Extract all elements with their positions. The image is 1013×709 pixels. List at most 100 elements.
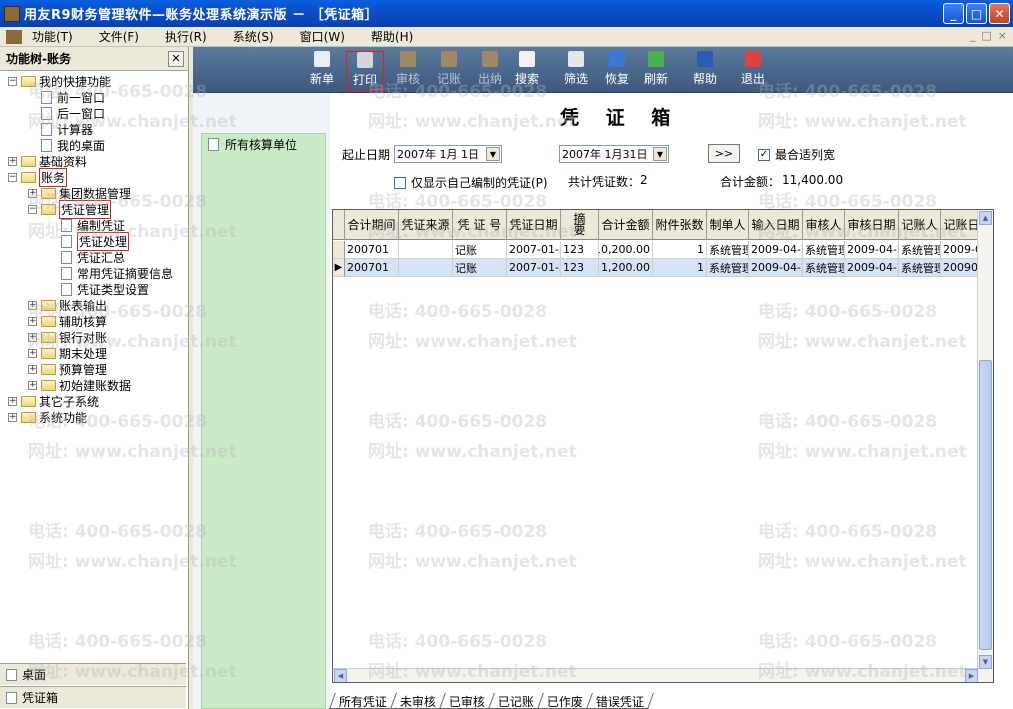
status-tab[interactable]: 已作废 <box>537 693 593 709</box>
toolbar-button[interactable]: 搜索 <box>508 51 546 91</box>
chevron-down-icon[interactable]: ▼ <box>653 147 667 161</box>
row-selector[interactable]: ▶ <box>333 259 345 277</box>
column-header[interactable]: 凭证来源 <box>399 210 453 240</box>
tree-node[interactable]: + 期末处理 <box>28 345 107 361</box>
scroll-down-arrow-icon[interactable]: ▼ <box>979 655 992 669</box>
expand-icon[interactable]: + <box>28 300 37 310</box>
own-only-checkbox[interactable]: 仅显示自己编制的凭证(P) <box>394 174 548 191</box>
expand-icon[interactable]: + <box>28 348 37 358</box>
expand-icon[interactable]: + <box>8 156 17 166</box>
column-header[interactable]: 凭证日期 <box>507 210 561 240</box>
tree-node[interactable]: 前一窗口 <box>28 89 105 105</box>
column-header[interactable]: 凭 证 号 <box>453 210 507 240</box>
toolbar-button[interactable]: 刷新 <box>637 51 675 91</box>
voucher-box-tab[interactable]: 凭证箱 <box>0 686 186 708</box>
column-header[interactable]: 输入日期 <box>749 210 803 240</box>
toolbar-button[interactable]: 恢复 <box>598 51 636 91</box>
toolbar-button[interactable]: 退出 <box>734 51 772 91</box>
checkbox-checked-icon[interactable]: ✓ <box>758 148 770 161</box>
expand-icon[interactable]: + <box>28 316 37 326</box>
column-header[interactable]: 摘 要 <box>561 210 599 240</box>
end-date-select[interactable]: 2007年 1月31日 ▼ <box>559 145 669 163</box>
toolbar-button[interactable]: 打印 <box>346 51 384 91</box>
status-tab[interactable]: 已记账 <box>488 693 544 709</box>
status-tab[interactable]: 已审核 <box>439 693 495 709</box>
close-button[interactable]: ✕ <box>989 3 1010 24</box>
tree-node[interactable]: + 其它子系统 <box>8 393 99 409</box>
query-button[interactable]: >> <box>708 144 740 163</box>
table-row[interactable]: 200701记账2007-01-3112310,200.001系统管理员2009… <box>333 241 993 259</box>
table-row[interactable]: ▶200701记账2007-01-311231,200.001系统管理员2009… <box>333 259 993 277</box>
chevron-down-icon[interactable]: ▼ <box>486 147 500 161</box>
scroll-thumb[interactable] <box>979 360 992 650</box>
collapse-icon[interactable]: − <box>8 76 17 86</box>
column-header[interactable]: 合计期间 <box>345 210 399 240</box>
tree-node[interactable]: + 账表输出 <box>28 297 107 313</box>
expand-icon[interactable]: + <box>8 412 17 422</box>
toolbar-button[interactable]: 筛选 <box>557 51 595 91</box>
menu-file[interactable]: 文件(F) <box>99 28 139 45</box>
minimize-button[interactable]: _ <box>943 3 964 24</box>
tree-node[interactable]: − 我的快捷功能 <box>8 73 111 89</box>
expand-icon[interactable]: + <box>28 380 37 390</box>
menu-system[interactable]: 系统(S) <box>233 28 274 45</box>
column-header[interactable]: 合计金额 <box>599 210 653 240</box>
voucher-grid[interactable]: 合计期间 凭证来源凭 证 号凭证日期摘 要合计金额 附件张数 制单人 输入日期 审核人 审核… <box>332 209 994 683</box>
window-title-bar[interactable]: 用友R9财务管理软件—账务处理系统演示版 － ［凭证箱］ _ □ ✕ <box>0 0 1013 27</box>
menu-help[interactable]: 帮助(H) <box>371 28 413 45</box>
toolbar-button[interactable]: 帮助 <box>686 51 724 91</box>
column-header[interactable]: 审核人 <box>803 210 845 240</box>
menu-window[interactable]: 窗口(W) <box>300 28 345 45</box>
mdi-close-button[interactable]: × <box>998 29 1007 42</box>
collapse-icon[interactable]: − <box>8 172 17 182</box>
expand-icon[interactable]: + <box>8 396 17 406</box>
toolbar-button[interactable]: 新单 <box>303 51 341 91</box>
status-tab[interactable]: 未审核 <box>390 693 446 709</box>
tree-node[interactable]: + 初始建账数据 <box>28 377 131 393</box>
tree-node[interactable]: 凭证类型设置 <box>48 281 149 297</box>
collapse-icon[interactable]: − <box>28 204 37 214</box>
column-header[interactable]: 审核日期 <box>845 210 899 240</box>
tree-node[interactable]: − 账务 <box>8 167 68 187</box>
mdi-restore-button[interactable]: □ <box>981 29 991 42</box>
start-date-select[interactable]: 2007年 1月 1日 ▼ <box>394 145 502 163</box>
tree-node[interactable]: 后一窗口 <box>28 105 105 121</box>
column-header[interactable]: 制单人 <box>707 210 749 240</box>
status-tab[interactable]: 所有凭证 <box>329 693 397 709</box>
system-menu-icon[interactable] <box>6 29 22 44</box>
tree-node[interactable]: + 系统功能 <box>8 409 87 425</box>
scroll-right-arrow-icon[interactable]: ▶ <box>965 669 978 682</box>
horizontal-scrollbar[interactable]: ◀ ▶ <box>333 668 979 682</box>
mdi-minimize-button[interactable]: _ <box>970 29 976 42</box>
toolbar-button[interactable]: 审核 <box>389 51 427 91</box>
tree-node[interactable]: 常用凭证摘要信息 <box>48 265 173 281</box>
row-selector[interactable] <box>333 241 345 259</box>
panel-close-button[interactable]: ✕ <box>168 50 184 67</box>
tree-node[interactable]: + 辅助核算 <box>28 313 107 329</box>
toolbar-button[interactable]: 记账 <box>430 51 468 91</box>
maximize-button[interactable]: □ <box>966 3 987 24</box>
menu-execute[interactable]: 执行(R) <box>165 28 207 45</box>
expand-icon[interactable]: + <box>28 188 37 198</box>
tree-node[interactable]: + 预算管理 <box>28 361 107 377</box>
expand-icon[interactable]: + <box>28 364 37 374</box>
tree-node[interactable]: 凭证处理 <box>48 231 130 251</box>
tree-node[interactable]: − 凭证管理 <box>28 199 112 219</box>
scroll-up-arrow-icon[interactable]: ▲ <box>979 211 992 225</box>
tree-node[interactable]: 我的桌面 <box>28 137 105 153</box>
status-tab[interactable]: 错误凭证 <box>586 693 655 709</box>
menu-function[interactable]: 功能(T) <box>32 28 73 45</box>
column-header[interactable]: 附件张数 <box>653 210 707 240</box>
fit-width-checkbox[interactable]: ✓ 最合适列宽 <box>758 146 835 163</box>
scroll-left-arrow-icon[interactable]: ◀ <box>334 669 347 682</box>
column-header[interactable]: 记账人 <box>899 210 941 240</box>
checkbox-unchecked-icon[interactable] <box>394 176 406 189</box>
all-units-item[interactable]: 所有核算单位 <box>208 136 297 153</box>
tree-node[interactable]: + 银行对账 <box>28 329 107 345</box>
tree-node[interactable]: 凭证汇总 <box>48 249 125 265</box>
toolbar-button[interactable]: 出纳 <box>471 51 509 91</box>
tree-node[interactable]: 计算器 <box>28 121 93 137</box>
vertical-scrollbar[interactable]: ▲ ▼ <box>977 210 993 682</box>
expand-icon[interactable]: + <box>28 332 37 342</box>
desktop-tab[interactable]: 桌面 <box>0 663 186 685</box>
